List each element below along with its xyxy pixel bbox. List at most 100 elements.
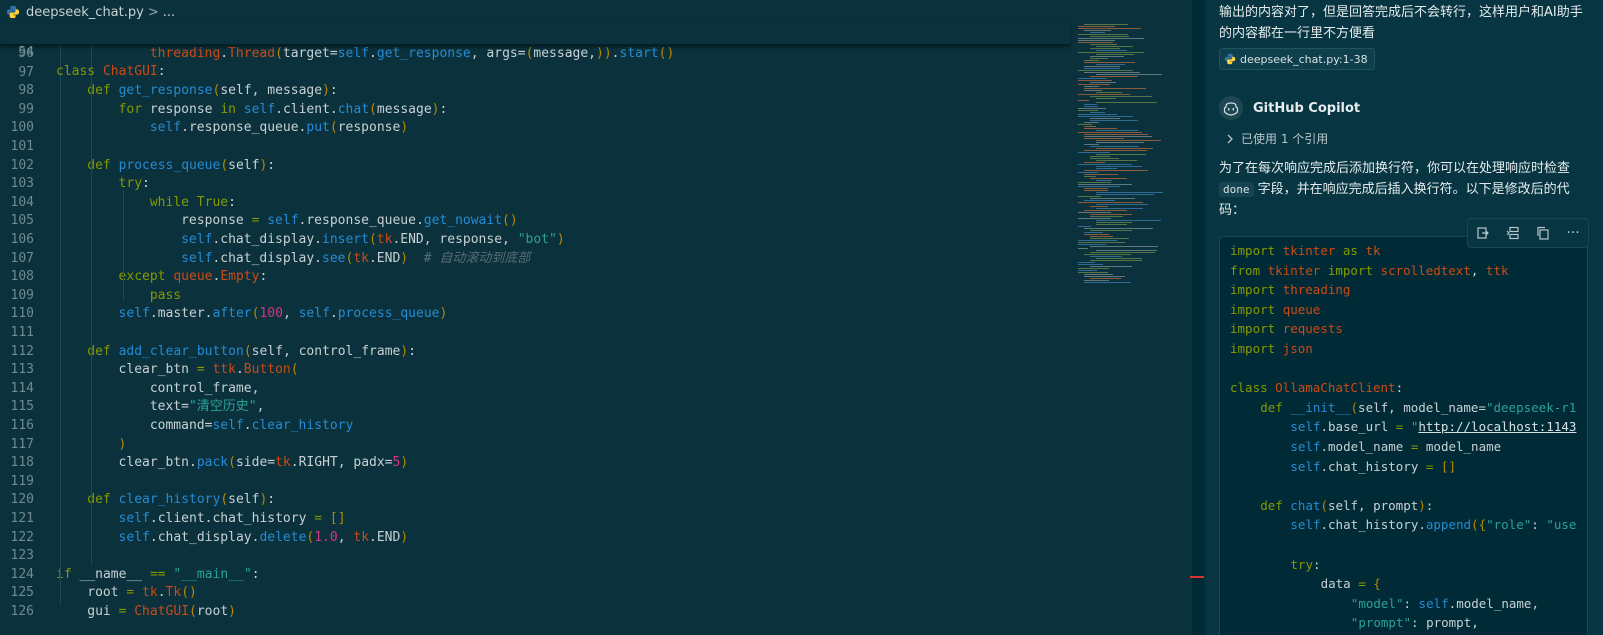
minimap-line (1090, 112, 1106, 113)
code-line[interactable]: 102 def process_queue(self): (0, 156, 1070, 175)
code-token: ) (1418, 497, 1426, 513)
code-line[interactable]: 100 self.response_queue.put(response) (0, 118, 1070, 137)
code-token: chat (337, 101, 370, 117)
code-token: command= (149, 418, 213, 433)
code-token: . (314, 232, 322, 247)
code-line[interactable]: 122 self.chat_display.delete(1.0, tk.END) (0, 528, 1070, 547)
code-line[interactable]: 103 try: (0, 174, 1070, 193)
minimap-line (1096, 46, 1133, 47)
copy-button[interactable] (1533, 223, 1553, 243)
sticky-scroll-header[interactable]: 54 class ChatGUI: (0, 24, 1070, 79)
code-token: () (181, 585, 197, 601)
code-token: base_url (1328, 419, 1396, 435)
more-actions-button[interactable]: ··· (1563, 223, 1583, 243)
insert-at-cursor-button[interactable] (1503, 223, 1523, 243)
code-line[interactable]: 98 def get_response(self, message): (0, 81, 1070, 100)
code-line[interactable]: 119 (0, 472, 1070, 491)
line-number: 115 (10, 399, 34, 415)
code-token: self (1290, 419, 1321, 435)
code-token: self, message (220, 83, 323, 99)
minimap-line (1090, 44, 1117, 45)
code-line[interactable]: 125 root = tk.Tk() (0, 583, 1070, 602)
code-token: : (267, 492, 276, 508)
code-token: : (1403, 595, 1419, 611)
code-token: self (212, 418, 244, 433)
code-block[interactable]: import tkinter as tk from tkinter import … (1219, 236, 1588, 635)
code-token: ( (243, 343, 252, 359)
code-line[interactable]: 126 gui = ChatGUI(root) (0, 602, 1070, 621)
minimap-line (1090, 120, 1139, 121)
breadcrumb-file[interactable]: deepseek_chat.py (26, 5, 144, 20)
line-code: text="清空历史", (150, 397, 265, 416)
line-code: response = self.response_queue.get_nowai… (181, 211, 518, 230)
code-token: = (196, 362, 213, 378)
used-references-label: 已使用 1 个引用 (1241, 132, 1329, 146)
code-line[interactable]: 104 while True: (0, 193, 1070, 212)
apply-in-editor-button[interactable] (1473, 223, 1493, 243)
code-line[interactable]: 96 threading.Thread(target=self.get_respo… (0, 44, 1070, 63)
code-line[interactable]: 112 def add_clear_button(self, control_fr… (0, 342, 1070, 361)
code-line[interactable]: 110 self.master.after(100, self.process_q… (0, 304, 1070, 323)
code-line[interactable]: 123 (0, 546, 1070, 565)
code-token: . (220, 46, 229, 61)
minimap-line (1096, 168, 1117, 169)
minimap-line (1084, 232, 1104, 233)
line-code: class ChatGUI: (56, 62, 166, 81)
code-line[interactable]: 109 pass (0, 286, 1070, 305)
code-token: . (1320, 517, 1329, 533)
line-number: 113 (10, 362, 34, 378)
code-token: "bot" (517, 232, 557, 247)
code-token: scrolledtext (1380, 262, 1471, 278)
code-line[interactable]: 105 response = self.response_queue.get_no… (0, 211, 1070, 230)
minimap-line (1084, 210, 1128, 211)
code-line[interactable]: 117) (0, 435, 1070, 454)
code-token: . (1320, 439, 1329, 454)
used-references-toggle[interactable]: 已使用 1 个引用 (1225, 130, 1328, 147)
breadcrumb-separator: > (147, 4, 159, 20)
code-token: 1.0 (314, 529, 338, 545)
code-line[interactable]: 118 clear_btn.pack(side=tk.RIGHT, padx=5) (0, 453, 1070, 472)
minimap-line (1078, 26, 1115, 27)
code-token: self (118, 306, 150, 322)
code-token: chat_display (220, 250, 315, 266)
reference-chip[interactable]: deepseek_chat.py:1-38 (1219, 48, 1375, 70)
agent-name: GitHub Copilot (1253, 100, 1361, 116)
code-token: ) (556, 232, 565, 247)
minimap-line (1078, 34, 1129, 35)
code-line[interactable]: 113 clear_btn = ttk.Button( (0, 360, 1070, 379)
code-token: self (118, 529, 150, 545)
code-editor[interactable]: deepseek_chat.py > ... 54 class ChatGUI:… (0, 0, 1204, 635)
code-line[interactable]: 101 (0, 137, 1070, 156)
code-line[interactable]: 114 control_frame, (0, 379, 1070, 398)
code-line[interactable]: 115 text="清空历史", (0, 397, 1070, 416)
line-number: 107 (10, 250, 34, 266)
code-line[interactable]: 106 self.chat_display.insert(tk.END, resp… (0, 230, 1070, 249)
minimap-line (1078, 186, 1121, 187)
minimap-line (1090, 76, 1139, 77)
code-line[interactable]: 99 for response in self.client.chat(messa… (0, 100, 1070, 119)
code-token: chat (1290, 497, 1321, 513)
code-line[interactable]: 121 self.client.chat_history = [] (0, 509, 1070, 528)
code-line[interactable]: 120 def clear_history(self): (0, 490, 1070, 509)
minimap[interactable] (1078, 24, 1178, 284)
breadcrumb-symbols[interactable]: ... (163, 5, 175, 20)
code-token: . (181, 120, 189, 136)
code-token: ) (228, 604, 236, 619)
code-line[interactable]: 107 self.chat_display.see(tk.END) # 自动滚动到… (0, 249, 1070, 268)
code-token: END (376, 529, 401, 545)
code-token: ) (400, 120, 409, 136)
code-token: model_name (1328, 439, 1411, 454)
code-token: END (376, 250, 401, 266)
code-line[interactable]: 124 if __name__ == "__main__": (0, 565, 1070, 584)
minimap-line (1078, 272, 1108, 273)
code-line[interactable]: 108 except queue.Empty: (0, 267, 1070, 286)
code-line[interactable]: 116 command=self.clear_history (0, 416, 1070, 435)
minimap-line (1078, 244, 1107, 245)
line-code: clear_btn.pack(side=tk.RIGHT, padx=5) (119, 453, 409, 472)
code-token: clear_history (118, 492, 221, 508)
minimap-line (1096, 180, 1113, 181)
code-line[interactable]: 111 (0, 323, 1070, 342)
code-token: RIGHT, padx= (298, 455, 393, 471)
minimap-line (1096, 130, 1138, 131)
